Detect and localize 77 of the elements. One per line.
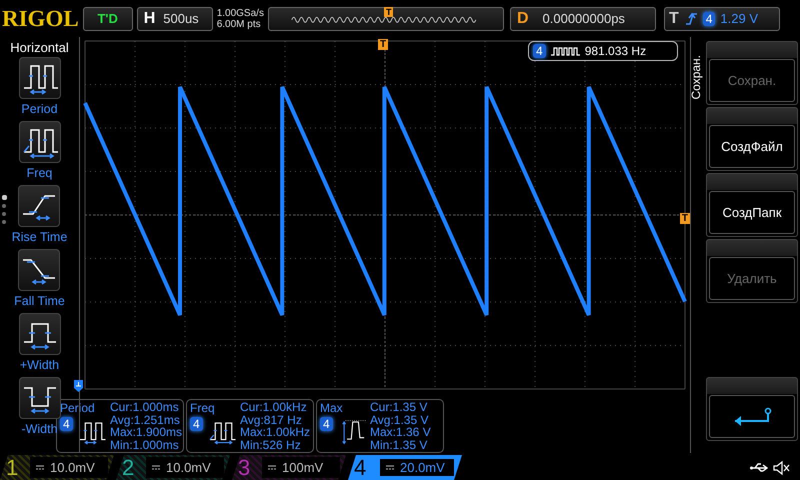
frequency-value: 981.033 Hz <box>584 44 646 58</box>
measurement-button[interactable] <box>18 313 60 355</box>
channel-tab[interactable]: 4 20.0mV <box>348 455 462 480</box>
mute-icon <box>773 460 790 476</box>
measurement-value: Max:1.36 V <box>370 426 432 438</box>
measurement-value: Min:1.000ms <box>110 438 180 451</box>
measurement-button[interactable] <box>18 185 60 227</box>
brand-logo: RIGOL <box>2 6 79 32</box>
trigger-position-marker: T <box>378 39 388 50</box>
measurement-value: Cur:1.35 V <box>370 401 428 414</box>
delay-box[interactable]: D 0.00000000ps <box>510 6 656 30</box>
return-arrow-icon <box>732 406 772 426</box>
channel-badge: 4 <box>702 12 716 26</box>
delay-value: 0.00000000ps <box>542 11 625 26</box>
measurement-value: Avg:1.35 V <box>370 414 430 426</box>
square-wave-icon <box>550 46 580 56</box>
run-status-indicator: T'D <box>82 6 133 30</box>
rising-edge-icon <box>684 10 698 26</box>
dc-coupling-icon <box>268 465 276 470</box>
channel-tab[interactable]: 2 10.0mV <box>116 455 230 480</box>
trigger-position-marker: T <box>384 6 394 16</box>
measurement-label: Rise Time <box>12 229 68 246</box>
trigger-box[interactable]: T 4 1.29 V <box>664 6 780 30</box>
measurement-value: Max:1.900ms <box>110 426 182 438</box>
measurement-label: -Width <box>21 421 58 438</box>
measurement-button[interactable] <box>18 377 60 419</box>
measurement-name: Period <box>60 401 95 415</box>
channel-number: 2 <box>122 454 136 480</box>
memory-depth: 6.00M pts <box>216 18 262 30</box>
timebase-box[interactable]: H 500us <box>136 6 213 30</box>
channel-number: 3 <box>238 454 252 480</box>
menu-title: Сохран. <box>689 55 704 100</box>
dc-coupling-icon <box>36 465 44 470</box>
measurement-button[interactable] <box>18 121 60 163</box>
trigger-level-marker: T <box>680 213 690 224</box>
measurement-name: Freq <box>190 401 215 415</box>
page-indicator <box>2 195 7 224</box>
timebase-value: 500us <box>163 11 199 26</box>
menu-button[interactable]: СоздФайл <box>709 125 795 168</box>
measurement-value: Avg:817 Hz <box>240 414 302 426</box>
measurement-button[interactable] <box>18 57 60 99</box>
measurement-value: Cur:1.00kHz <box>240 401 308 414</box>
measurement-name: Max <box>320 401 343 415</box>
measurement-label: Fall Time <box>14 293 65 310</box>
measurement-label: Period <box>21 101 58 118</box>
measurement-value: Min:1.35 V <box>370 438 428 451</box>
measurement-label: +Width <box>20 357 60 374</box>
timebase-label: H <box>144 10 156 28</box>
dc-coupling-icon <box>386 465 394 470</box>
channel-badge: 4 <box>533 44 546 58</box>
delay-label: D <box>516 10 529 28</box>
ground-marker-icon <box>74 380 83 392</box>
channel-scale: 20.0mV <box>400 460 445 475</box>
channel-tab[interactable]: 3 100mV <box>232 455 346 480</box>
back-button[interactable] <box>709 395 795 438</box>
channel-badge: 4 <box>190 417 203 431</box>
channel-tab[interactable]: 1 10.0mV <box>0 455 114 480</box>
measurement-value: Max:1.00kHz <box>240 426 310 438</box>
channel-badge: 4 <box>320 417 333 431</box>
trigger-level: 1.29 V <box>720 11 758 26</box>
channel-number: 4 <box>354 454 368 480</box>
trigger-label: T <box>668 10 679 28</box>
measurement-label: Freq <box>26 165 52 182</box>
measurement-button[interactable] <box>18 249 60 291</box>
channel-badge: 4 <box>60 417 73 431</box>
channel-number: 1 <box>6 454 20 480</box>
usb-icon <box>750 460 769 474</box>
measurement-value: Cur:1.000ms <box>110 401 180 414</box>
menu-button[interactable]: СоздПапк <box>709 191 795 234</box>
channel-scale: 10.0mV <box>50 460 95 475</box>
channel-scale: 100mV <box>282 460 324 475</box>
dc-coupling-icon <box>152 465 160 470</box>
channel-scale: 10.0mV <box>166 460 211 475</box>
sample-rate: 1.00GSa/s <box>216 8 264 18</box>
measurement-value: Avg:1.251ms <box>110 414 181 426</box>
measurement-value: Min:526 Hz <box>240 438 302 451</box>
menu-title: Horizontal <box>10 40 69 55</box>
